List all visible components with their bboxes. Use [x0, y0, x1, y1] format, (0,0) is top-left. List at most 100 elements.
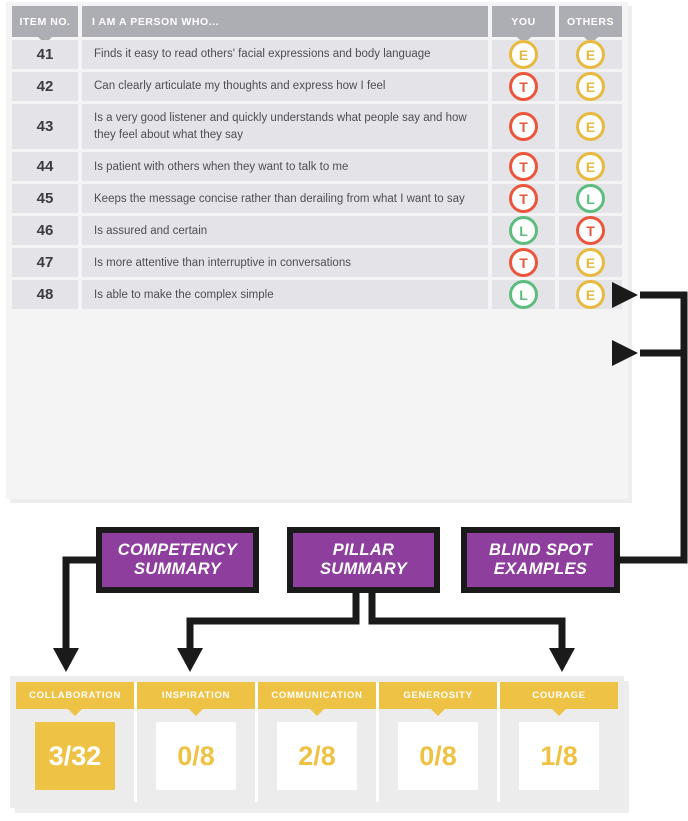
column-header-statement-label: I AM A PERSON WHO... [92, 15, 220, 28]
pillar-card[interactable]: INSPIRATION 0/8 [137, 682, 258, 802]
connector-blindspot-trunk [620, 291, 688, 564]
score-circle-t-icon: T [509, 248, 538, 278]
score-circle-t-icon: T [509, 72, 538, 101]
pillar-card[interactable]: GENEROSITY 0/8 [379, 682, 500, 802]
row-score-you: T [492, 248, 555, 278]
pillar-scorecard: COLLABORATION 3/32 INSPIRATION 0/8 COMMUNICA… [10, 676, 624, 808]
callout-competency-summary[interactable]: COMPETENCY SUMMARY [96, 527, 259, 593]
pillar-card-notch-icon [551, 708, 567, 716]
row-item-number: 46 [12, 216, 78, 246]
pillar-card-score: 0/8 [398, 722, 478, 790]
row-item-number: 41 [12, 40, 78, 69]
row-score-you: T [492, 152, 555, 182]
pillar-card[interactable]: COLLABORATION 3/32 [16, 682, 137, 802]
connector-pillar-to-inspiration [186, 593, 360, 648]
pillar-card-title-label: GENEROSITY [403, 690, 473, 701]
row-statement-text: Is a very good listener and quickly unde… [94, 112, 467, 141]
row-score-you: L [492, 280, 555, 310]
table-body: 41 Finds it easy to read others' facial e… [12, 40, 622, 310]
row-statement-text: Finds it easy to read others' facial exp… [94, 48, 431, 61]
pillar-card-title: INSPIRATION [137, 682, 255, 716]
row-statement-text: Is patient with others when they want to… [94, 160, 349, 173]
score-circle-e-icon: E [576, 248, 605, 278]
row-score-you: T [492, 104, 555, 150]
row-score-others: E [559, 280, 622, 310]
callout-blind-spot-examples[interactable]: BLIND SPOT EXAMPLES [461, 527, 620, 593]
score-circle-t-icon: T [509, 112, 538, 142]
row-statement: Is more attentive than interruptive in c… [82, 248, 488, 278]
arrowhead-inspiration-icon [177, 648, 203, 672]
row-score-others: E [559, 72, 622, 101]
row-score-you: T [492, 72, 555, 101]
pillar-card-notch-icon [430, 708, 446, 716]
pillar-card[interactable]: COMMUNICATION 2/8 [258, 682, 379, 802]
table-row: 43 Is a very good listener and quickly un… [12, 104, 622, 150]
row-score-you: E [492, 40, 555, 69]
row-statement-text: Is more attentive than interruptive in c… [94, 256, 351, 269]
table-row: 41 Finds it easy to read others' facial e… [12, 40, 622, 69]
table-row: 46 Is assured and certain L T [12, 216, 622, 246]
pillar-card[interactable]: COURAGE 1/8 [500, 682, 618, 802]
score-circle-e-icon: E [576, 112, 605, 142]
row-score-others: E [559, 104, 622, 150]
column-header-others-label: OTHERS [566, 15, 615, 28]
row-item-number: 42 [12, 72, 78, 101]
table-row: 45 Keeps the message concise rather than … [12, 184, 622, 214]
score-circle-t-icon: T [509, 152, 538, 182]
row-item-number: 43 [12, 104, 78, 150]
row-statement-text: Is able to make the complex simple [94, 288, 274, 301]
table-header-row: ITEM NO. I AM A PERSON WHO... YOU OTHERS [12, 6, 622, 44]
score-circle-e-icon: E [576, 152, 605, 182]
connector-competency-to-collaboration [62, 556, 96, 648]
row-score-others: E [559, 40, 622, 69]
row-statement-text: Keeps the message concise rather than de… [94, 192, 465, 205]
pillar-card-title-label: COMMUNICATION [271, 690, 363, 701]
table-row: 42 Can clearly articulate my thoughts and… [12, 72, 622, 101]
callout-pillar-summary[interactable]: PILLAR SUMMARY [287, 527, 440, 593]
row-statement: Is able to make the complex simple [82, 280, 488, 310]
pillar-card-title-label: COLLABORATION [29, 690, 121, 701]
row-statement-text: Is assured and certain [94, 224, 208, 237]
score-circle-e-icon: E [576, 72, 605, 101]
score-circle-t-icon: T [509, 184, 538, 214]
score-circle-e-icon: E [576, 40, 605, 69]
pillar-card-score: 3/32 [35, 722, 115, 790]
score-circle-t-icon: T [576, 216, 605, 246]
callout-competency-summary-label: COMPETENCY SUMMARY [117, 540, 238, 578]
score-circle-l-icon: L [509, 216, 538, 246]
row-item-number: 45 [12, 184, 78, 214]
column-header-statement: I AM A PERSON WHO... [82, 6, 488, 37]
row-statement-text: Can clearly articulate my thoughts and e… [94, 80, 386, 93]
column-header-item-no-label: ITEM NO. [19, 15, 71, 28]
row-score-others: E [559, 152, 622, 182]
table-row: 47 Is more attentive than interruptive in… [12, 248, 622, 278]
score-circle-e-icon: E [576, 280, 605, 310]
pillar-card-title-label: COURAGE [532, 690, 586, 701]
pillar-card-score: 1/8 [519, 722, 599, 790]
column-header-others: OTHERS [559, 6, 622, 44]
pillar-card-title-label: INSPIRATION [161, 690, 231, 701]
score-circle-l-icon: L [576, 184, 605, 214]
callout-blind-spot-examples-label: BLIND SPOT EXAMPLES [489, 540, 592, 578]
score-circle-l-icon: L [509, 280, 538, 310]
connector-pillar-to-courage [368, 593, 566, 648]
score-circle-e-icon: E [509, 40, 538, 69]
pillar-card-title: COMMUNICATION [258, 682, 376, 716]
row-statement: Can clearly articulate my thoughts and e… [82, 72, 488, 101]
pillar-card-title: GENEROSITY [379, 682, 497, 716]
pillar-card-title: COLLABORATION [16, 682, 134, 716]
table-row: 48 Is able to make the complex simple L E [12, 280, 622, 310]
row-item-number: 47 [12, 248, 78, 278]
pillar-card-notch-icon [67, 708, 83, 716]
column-header-you: YOU [492, 6, 555, 44]
pillar-card-score: 0/8 [156, 722, 236, 790]
row-item-number: 48 [12, 280, 78, 310]
row-statement: Is patient with others when they want to… [82, 152, 488, 182]
row-score-others: T [559, 216, 622, 246]
row-score-others: E [559, 248, 622, 278]
pillar-card-notch-icon [309, 708, 325, 716]
row-score-others: L [559, 184, 622, 214]
row-item-number: 44 [12, 152, 78, 182]
arrowhead-courage-icon [549, 648, 575, 672]
row-statement: Finds it easy to read others' facial exp… [82, 40, 488, 69]
